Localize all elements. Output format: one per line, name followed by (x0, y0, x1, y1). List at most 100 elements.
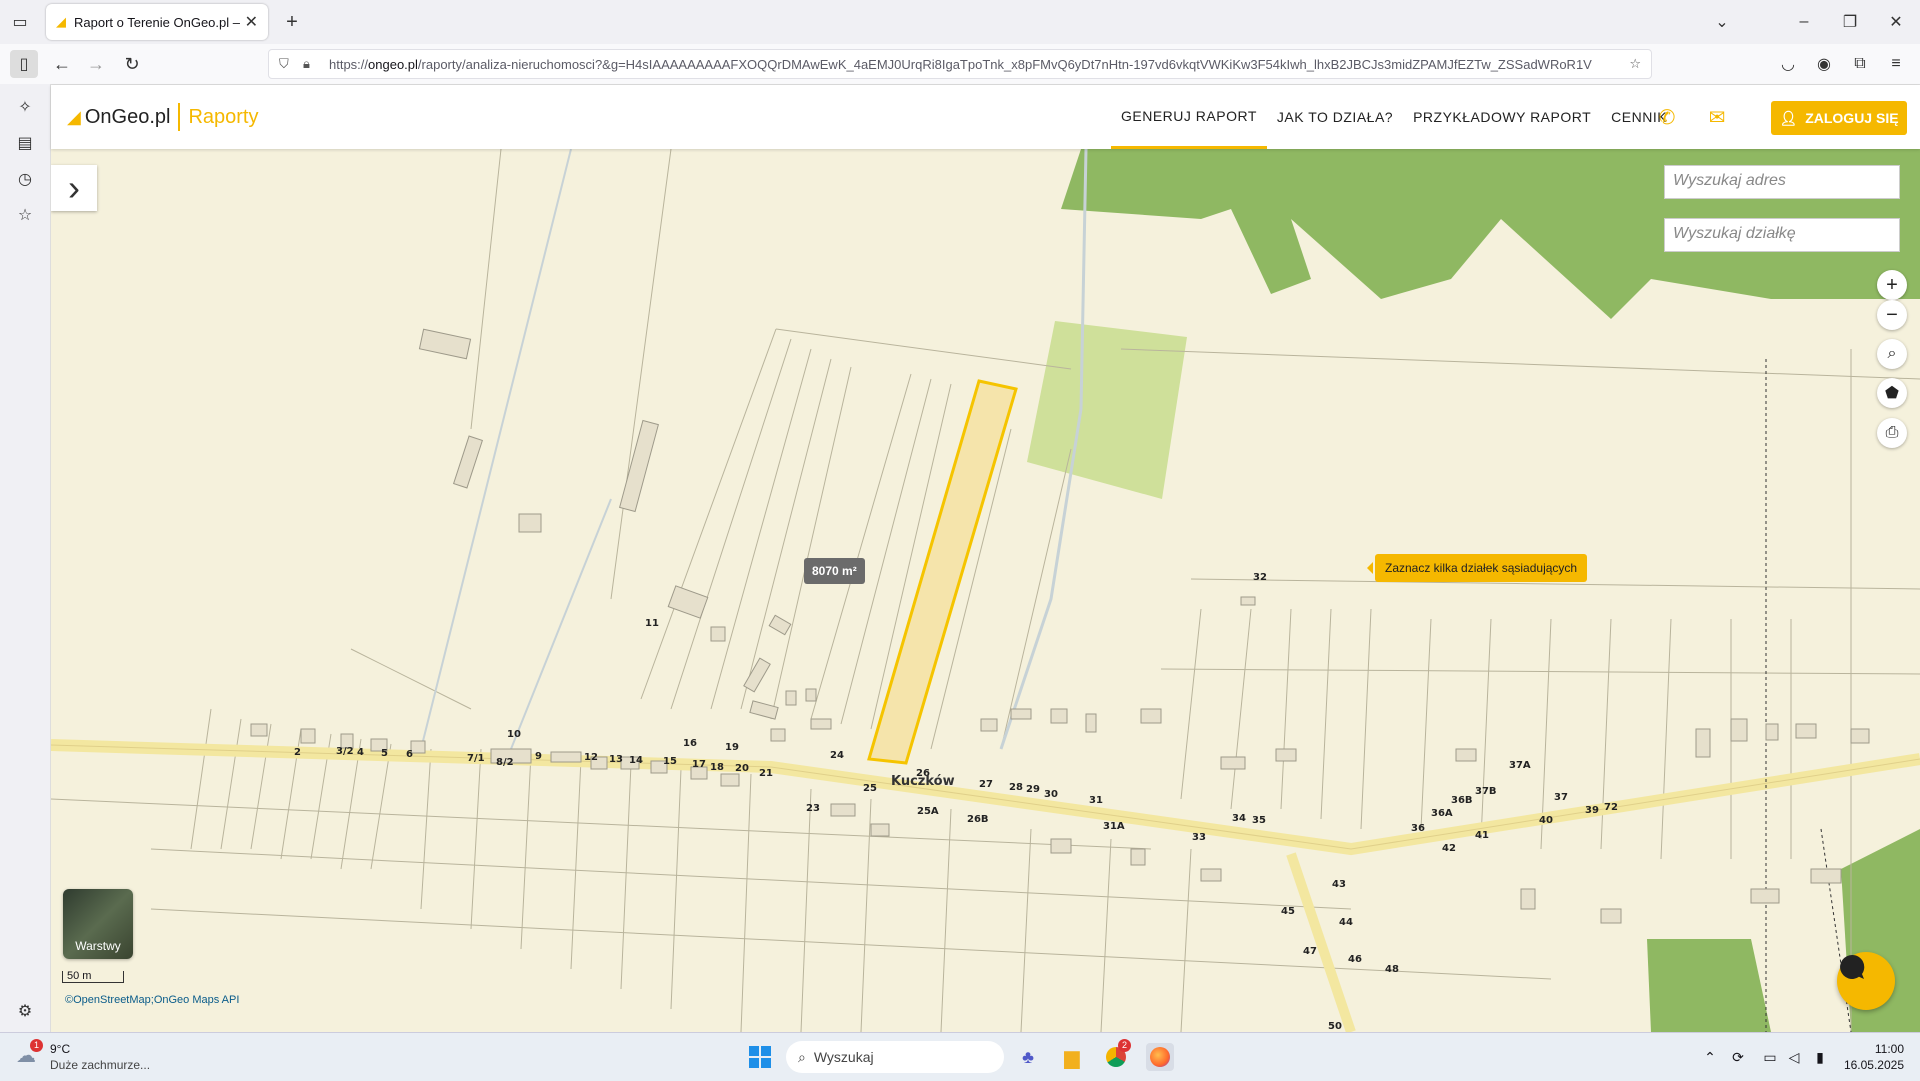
print-icon[interactable]: ⎙ (1877, 418, 1907, 448)
search-parcel-input[interactable]: Wyszukaj działkę (1664, 218, 1900, 252)
new-tab-button[interactable]: + (280, 10, 304, 34)
house-number: 12 (584, 752, 598, 763)
minimize-button[interactable]: – (1794, 12, 1814, 32)
select-hint-tooltip: Zaznacz kilka działek sąsiadujących (1366, 554, 1588, 582)
house-number: 30 (1044, 789, 1058, 800)
history-icon[interactable]: ◷ (14, 168, 36, 190)
nav-przykladowy-raport[interactable]: PRZYKŁADOWY RAPORT (1403, 85, 1601, 149)
house-number: 19 (725, 742, 739, 753)
house-number: 40 (1539, 815, 1553, 826)
zoom-in-icon[interactable]: + (1877, 270, 1907, 300)
weather-temp: 9°C (50, 1042, 71, 1056)
selected-parcel[interactable] (867, 379, 1018, 765)
shield-icon[interactable]: ⛉ (279, 56, 289, 72)
map-attribution[interactable]: ©OpenStreetMap;OnGeo Maps API (65, 994, 239, 1006)
chat-button[interactable] (1837, 952, 1895, 1010)
tab-list-icon[interactable]: ▭ (10, 12, 30, 32)
volume-icon[interactable]: ◁ (1780, 1043, 1808, 1071)
teams-icon[interactable]: ♣ (1014, 1043, 1042, 1071)
house-number: 15 (663, 756, 677, 767)
clock-time: 11:00 (1874, 1042, 1904, 1056)
taskbar-search[interactable]: ⌕ Wyszukaj (786, 1041, 1004, 1073)
nav-generuj-raport[interactable]: GENERUJ RAPORT (1111, 85, 1267, 149)
address-bar[interactable]: ⛉ 🔒︎ https://ongeo.pl/raporty/analiza-ni… (268, 49, 1652, 79)
tab-strip: ▭ ◢ Raport o Terenie OnGeo.pl – An ✕ + ⌄… (0, 0, 1920, 44)
close-window-button[interactable]: ✕ (1886, 12, 1906, 32)
back-arrow-icon[interactable]: ← (50, 52, 74, 76)
logo-section: Raporty (188, 105, 259, 128)
chrome-badge: 2 (1118, 1039, 1131, 1052)
house-number: 34 (1232, 813, 1246, 824)
menu-icon[interactable]: ≡ (1884, 52, 1908, 76)
forward-arrow-icon[interactable]: → (84, 52, 108, 76)
map-drawing: 2 3/2 4 5 6 7/1 8/2 9 10 11 12 13 14 15 … (51, 149, 1920, 1032)
close-tab-icon[interactable]: ✕ (245, 12, 258, 32)
tray-chevron-up-icon[interactable]: ⌃ (1696, 1043, 1724, 1071)
meadow-area (1027, 321, 1187, 499)
tab-ongeo[interactable]: ◢ Raport o Terenie OnGeo.pl – An ✕ (46, 4, 268, 40)
house-number: 37B (1475, 786, 1497, 797)
house-number: 29 (1026, 784, 1040, 795)
sidebar-toggle-icon[interactable]: ▯ (10, 50, 38, 78)
map-canvas[interactable]: 2 3/2 4 5 6 7/1 8/2 9 10 11 12 13 14 15 … (51, 149, 1920, 1032)
chat-bubble-icon (1840, 954, 1865, 979)
house-number: 36B (1451, 795, 1473, 806)
weather-widget[interactable]: 9°C Duże zachmurze... (50, 1041, 150, 1073)
chevron-down-icon[interactable]: ⌄ (1712, 12, 1732, 32)
expand-panel-chevron-icon[interactable]: › (51, 165, 97, 211)
sync-icon[interactable]: ⟳ (1724, 1043, 1752, 1071)
house-number: 43 (1332, 879, 1346, 890)
scale-bar: 50 m (62, 971, 124, 983)
house-number: 31A (1103, 821, 1125, 832)
main-nav: GENERUJ RAPORT JAK TO DZIAŁA? PRZYKŁADOW… (1111, 85, 1677, 149)
track-2 (510, 498, 612, 750)
login-button[interactable]: 👤︎ ZALOGUJ SIĘ (1771, 101, 1907, 135)
house-number: 25 (863, 783, 877, 794)
file-explorer-icon[interactable]: ▆ (1058, 1043, 1086, 1071)
browser-sidebar: ✧ ▤ ◷ ☆ ⚙ (0, 84, 51, 1032)
house-number: 9 (535, 751, 542, 762)
bookmark-star-icon[interactable]: ☆ (1629, 56, 1641, 72)
logo-divider (178, 103, 181, 131)
house-number: 18 (710, 762, 724, 773)
reload-icon[interactable]: ↻ (120, 52, 144, 76)
magnifier-icon[interactable]: ⌕ (1877, 339, 1907, 369)
favicon-icon: ◢ (56, 14, 66, 29)
synced-tabs-icon[interactable]: ▤ (14, 132, 36, 154)
layers-label: Warstwy (75, 939, 121, 953)
ai-chat-icon[interactable]: ✧ (14, 96, 36, 118)
taskbar-search-label: Wyszukaj (813, 1049, 874, 1065)
firefox-icon[interactable] (1146, 1043, 1174, 1071)
url-text: https://ongeo.pl/raporty/analiza-nieruch… (329, 57, 1611, 72)
phone-icon[interactable]: ✆ (1655, 105, 1679, 129)
house-number: 17 (692, 759, 706, 770)
house-number: 72 (1604, 802, 1618, 813)
house-number: 3/2 (336, 746, 354, 757)
extensions-icon[interactable]: ⧉ (1848, 52, 1872, 76)
restore-button[interactable]: ❐ (1840, 12, 1860, 32)
bookmarks-icon[interactable]: ☆ (14, 204, 36, 226)
zoom-out-icon[interactable]: − (1877, 300, 1907, 330)
site-header: ◢ OnGeo.pl Raporty GENERUJ RAPORT JAK TO… (51, 85, 1920, 149)
clock[interactable]: 11:00 16.05.2025 (1840, 1041, 1904, 1073)
search-address-input[interactable]: Wyszukaj adres (1664, 165, 1900, 199)
chrome-icon[interactable]: 2 (1102, 1039, 1131, 1071)
polygon-select-icon[interactable]: ⬟ (1877, 378, 1907, 408)
battery-icon[interactable]: ▮ (1806, 1043, 1834, 1071)
clock-date: 16.05.2025 (1843, 1058, 1904, 1072)
nav-jak-to-dziala[interactable]: JAK TO DZIAŁA? (1267, 85, 1403, 149)
house-number: 2 (294, 747, 301, 758)
settings-gear-icon[interactable]: ⚙ (14, 1000, 36, 1022)
pocket-icon[interactable]: ◡ (1776, 52, 1800, 76)
ongeo-logo[interactable]: ◢ OnGeo.pl Raporty (67, 103, 258, 131)
house-number: 16 (683, 738, 697, 749)
lock-icon[interactable]: 🔒︎ (303, 56, 310, 72)
windows-start-icon[interactable] (746, 1043, 774, 1071)
layers-button[interactable]: Warstwy (63, 889, 133, 959)
logo-brand: OnGeo.pl (84, 105, 171, 128)
house-number: 37A (1509, 760, 1531, 771)
house-number: 48 (1385, 964, 1399, 975)
account-icon[interactable]: ◉ (1812, 52, 1836, 76)
weather-icon[interactable]: ☁ 1 (16, 1039, 43, 1069)
mail-icon[interactable]: ✉ (1705, 105, 1729, 129)
